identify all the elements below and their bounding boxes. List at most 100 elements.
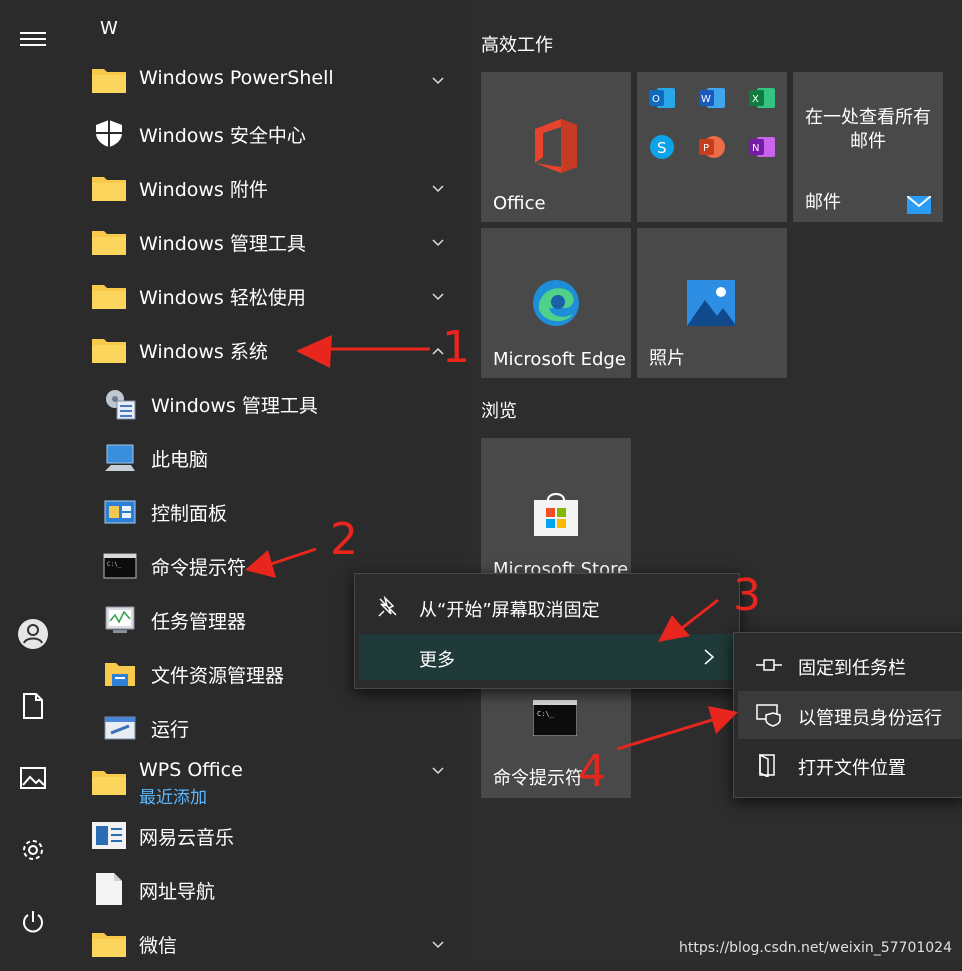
tile-photos[interactable]: 照片 bbox=[637, 228, 787, 378]
control-panel-icon bbox=[104, 500, 136, 524]
hamburger-icon[interactable] bbox=[14, 20, 52, 58]
admin-tools-icon bbox=[106, 390, 136, 420]
annotation-number-3: 3 bbox=[733, 570, 761, 621]
mail-icon bbox=[907, 196, 931, 214]
folder-icon bbox=[92, 933, 126, 957]
netease-music-icon bbox=[92, 822, 126, 849]
user-icon[interactable] bbox=[14, 615, 52, 653]
chevron-down-icon[interactable] bbox=[432, 237, 444, 249]
cmd-icon: C:\_ bbox=[533, 700, 577, 736]
annotation-number-4: 4 bbox=[578, 746, 606, 797]
chevron-down-icon[interactable] bbox=[432, 939, 444, 951]
sub-item-control-panel[interactable]: 控制面板 bbox=[66, 485, 466, 539]
app-item-wechat[interactable]: 微信 bbox=[66, 917, 466, 971]
app-item-label: Windows 系统 bbox=[139, 341, 268, 363]
document-icon[interactable] bbox=[14, 687, 52, 725]
web-nav-icon bbox=[96, 873, 122, 905]
tile-area: 高效工作 Office O W X S P N 在一处查看所有邮件 邮件 Mic… bbox=[466, 0, 962, 966]
app-item-label: 微信 bbox=[139, 935, 178, 957]
menu-item-unpin[interactable]: 从“开始”屏幕取消固定 bbox=[355, 584, 739, 630]
group-header-productivity[interactable]: 高效工作 bbox=[481, 31, 553, 57]
tile-office-apps[interactable]: O W X S P N bbox=[637, 72, 787, 222]
svg-text:C:\_: C:\_ bbox=[107, 561, 122, 568]
tile-label: 命令提示符 bbox=[493, 768, 583, 789]
menu-item-label: 固定到任务栏 bbox=[798, 658, 906, 679]
app-item-web-nav[interactable]: 网址导航 bbox=[66, 863, 466, 917]
app-list: W Windows PowerShell Windows 安全中心 Window… bbox=[66, 0, 466, 966]
settings-icon[interactable] bbox=[14, 831, 52, 869]
chevron-down-icon[interactable] bbox=[432, 765, 444, 777]
pictures-icon[interactable] bbox=[14, 759, 52, 797]
tile-label: 邮件 bbox=[805, 192, 841, 213]
letter-header[interactable]: W bbox=[100, 18, 118, 39]
onenote-icon: N bbox=[749, 137, 775, 157]
sub-item-label: 命令提示符 bbox=[151, 557, 247, 579]
shield-icon bbox=[96, 120, 122, 147]
watermark: https://blog.csdn.net/weixin_57701024 bbox=[678, 940, 952, 956]
mail-preview-text: 在一处查看所有邮件 bbox=[805, 107, 931, 152]
sub-item-run[interactable]: 运行 bbox=[66, 701, 466, 755]
menu-item-run-admin[interactable]: 以管理员身份运行 bbox=[738, 691, 962, 739]
admin-shield-icon bbox=[756, 704, 781, 727]
tile-office[interactable]: Office bbox=[481, 72, 631, 222]
sub-item-this-pc[interactable]: 此电脑 bbox=[66, 431, 466, 485]
excel-icon: X bbox=[749, 88, 775, 108]
sub-item-label: 文件资源管理器 bbox=[151, 665, 285, 687]
app-item-label: Windows PowerShell bbox=[139, 67, 334, 89]
sub-item-admin-tools[interactable]: Windows 管理工具 bbox=[66, 377, 466, 431]
pin-icon bbox=[756, 659, 782, 671]
run-icon bbox=[104, 716, 136, 740]
chevron-right-icon bbox=[704, 649, 715, 665]
power-icon[interactable] bbox=[14, 903, 52, 941]
app-item-admin-tools[interactable]: Windows 管理工具 bbox=[66, 215, 466, 269]
tile-edge[interactable]: Microsoft Edge bbox=[481, 228, 631, 378]
folder-icon bbox=[92, 339, 126, 363]
menu-item-open-location[interactable]: 打开文件位置 bbox=[734, 741, 962, 789]
menu-item-label: 从“开始”屏幕取消固定 bbox=[419, 600, 600, 621]
app-item-label: Windows 轻松使用 bbox=[139, 287, 306, 309]
chevron-down-icon[interactable] bbox=[432, 75, 444, 87]
start-rail bbox=[0, 0, 66, 966]
sub-item-label: 此电脑 bbox=[151, 449, 209, 471]
tile-store[interactable]: Microsoft Store bbox=[481, 438, 631, 588]
chevron-down-icon[interactable] bbox=[432, 183, 444, 195]
sub-item-label: 控制面板 bbox=[151, 503, 228, 525]
svg-text:C:\_: C:\_ bbox=[537, 710, 555, 718]
app-item-label: Windows 管理工具 bbox=[139, 233, 306, 255]
app-item-security-center[interactable]: Windows 安全中心 bbox=[66, 107, 466, 161]
store-icon bbox=[534, 493, 578, 536]
app-item-label: Windows 附件 bbox=[139, 179, 268, 201]
chevron-down-icon[interactable] bbox=[432, 291, 444, 303]
annotation-number-1: 1 bbox=[442, 322, 470, 373]
app-item-ease-of-access[interactable]: Windows 轻松使用 bbox=[66, 269, 466, 323]
app-item-label: Windows 安全中心 bbox=[139, 125, 306, 147]
menu-item-label: 打开文件位置 bbox=[798, 758, 906, 779]
menu-item-pin-taskbar[interactable]: 固定到任务栏 bbox=[734, 641, 962, 689]
recently-added-badge: 最近添加 bbox=[139, 788, 207, 808]
app-item-accessories[interactable]: Windows 附件 bbox=[66, 161, 466, 215]
photos-icon bbox=[687, 280, 735, 326]
tile-mail[interactable]: 在一处查看所有邮件 邮件 bbox=[793, 72, 943, 222]
svg-text:P: P bbox=[703, 143, 709, 154]
tile-label: Microsoft Edge bbox=[493, 349, 626, 370]
app-item-netease-music[interactable]: 网易云音乐 bbox=[66, 809, 466, 863]
group-header-browse[interactable]: 浏览 bbox=[481, 397, 517, 423]
tile-label: 照片 bbox=[649, 348, 685, 369]
app-item-wps-office[interactable]: WPS Office 最近添加 bbox=[66, 755, 466, 811]
sub-item-label: 运行 bbox=[151, 719, 190, 741]
powerpoint-icon: P bbox=[699, 136, 725, 158]
folder-icon bbox=[92, 177, 126, 201]
submenu: 固定到任务栏 以管理员身份运行 打开文件位置 bbox=[733, 632, 962, 798]
app-item-label: WPS Office bbox=[139, 759, 243, 781]
app-item-powershell[interactable]: Windows PowerShell bbox=[66, 53, 466, 107]
context-menu: 从“开始”屏幕取消固定 更多 bbox=[354, 573, 740, 689]
sub-item-label: 任务管理器 bbox=[151, 611, 247, 633]
file-explorer-icon bbox=[105, 663, 135, 686]
sub-item-label: Windows 管理工具 bbox=[151, 395, 318, 417]
menu-item-more[interactable]: 更多 bbox=[359, 634, 735, 680]
app-item-label: 网易云音乐 bbox=[139, 827, 235, 849]
unpin-icon bbox=[378, 596, 397, 617]
svg-text:W: W bbox=[701, 94, 711, 105]
app-item-windows-system[interactable]: Windows 系统 bbox=[66, 323, 466, 377]
word-icon: W bbox=[699, 88, 725, 108]
